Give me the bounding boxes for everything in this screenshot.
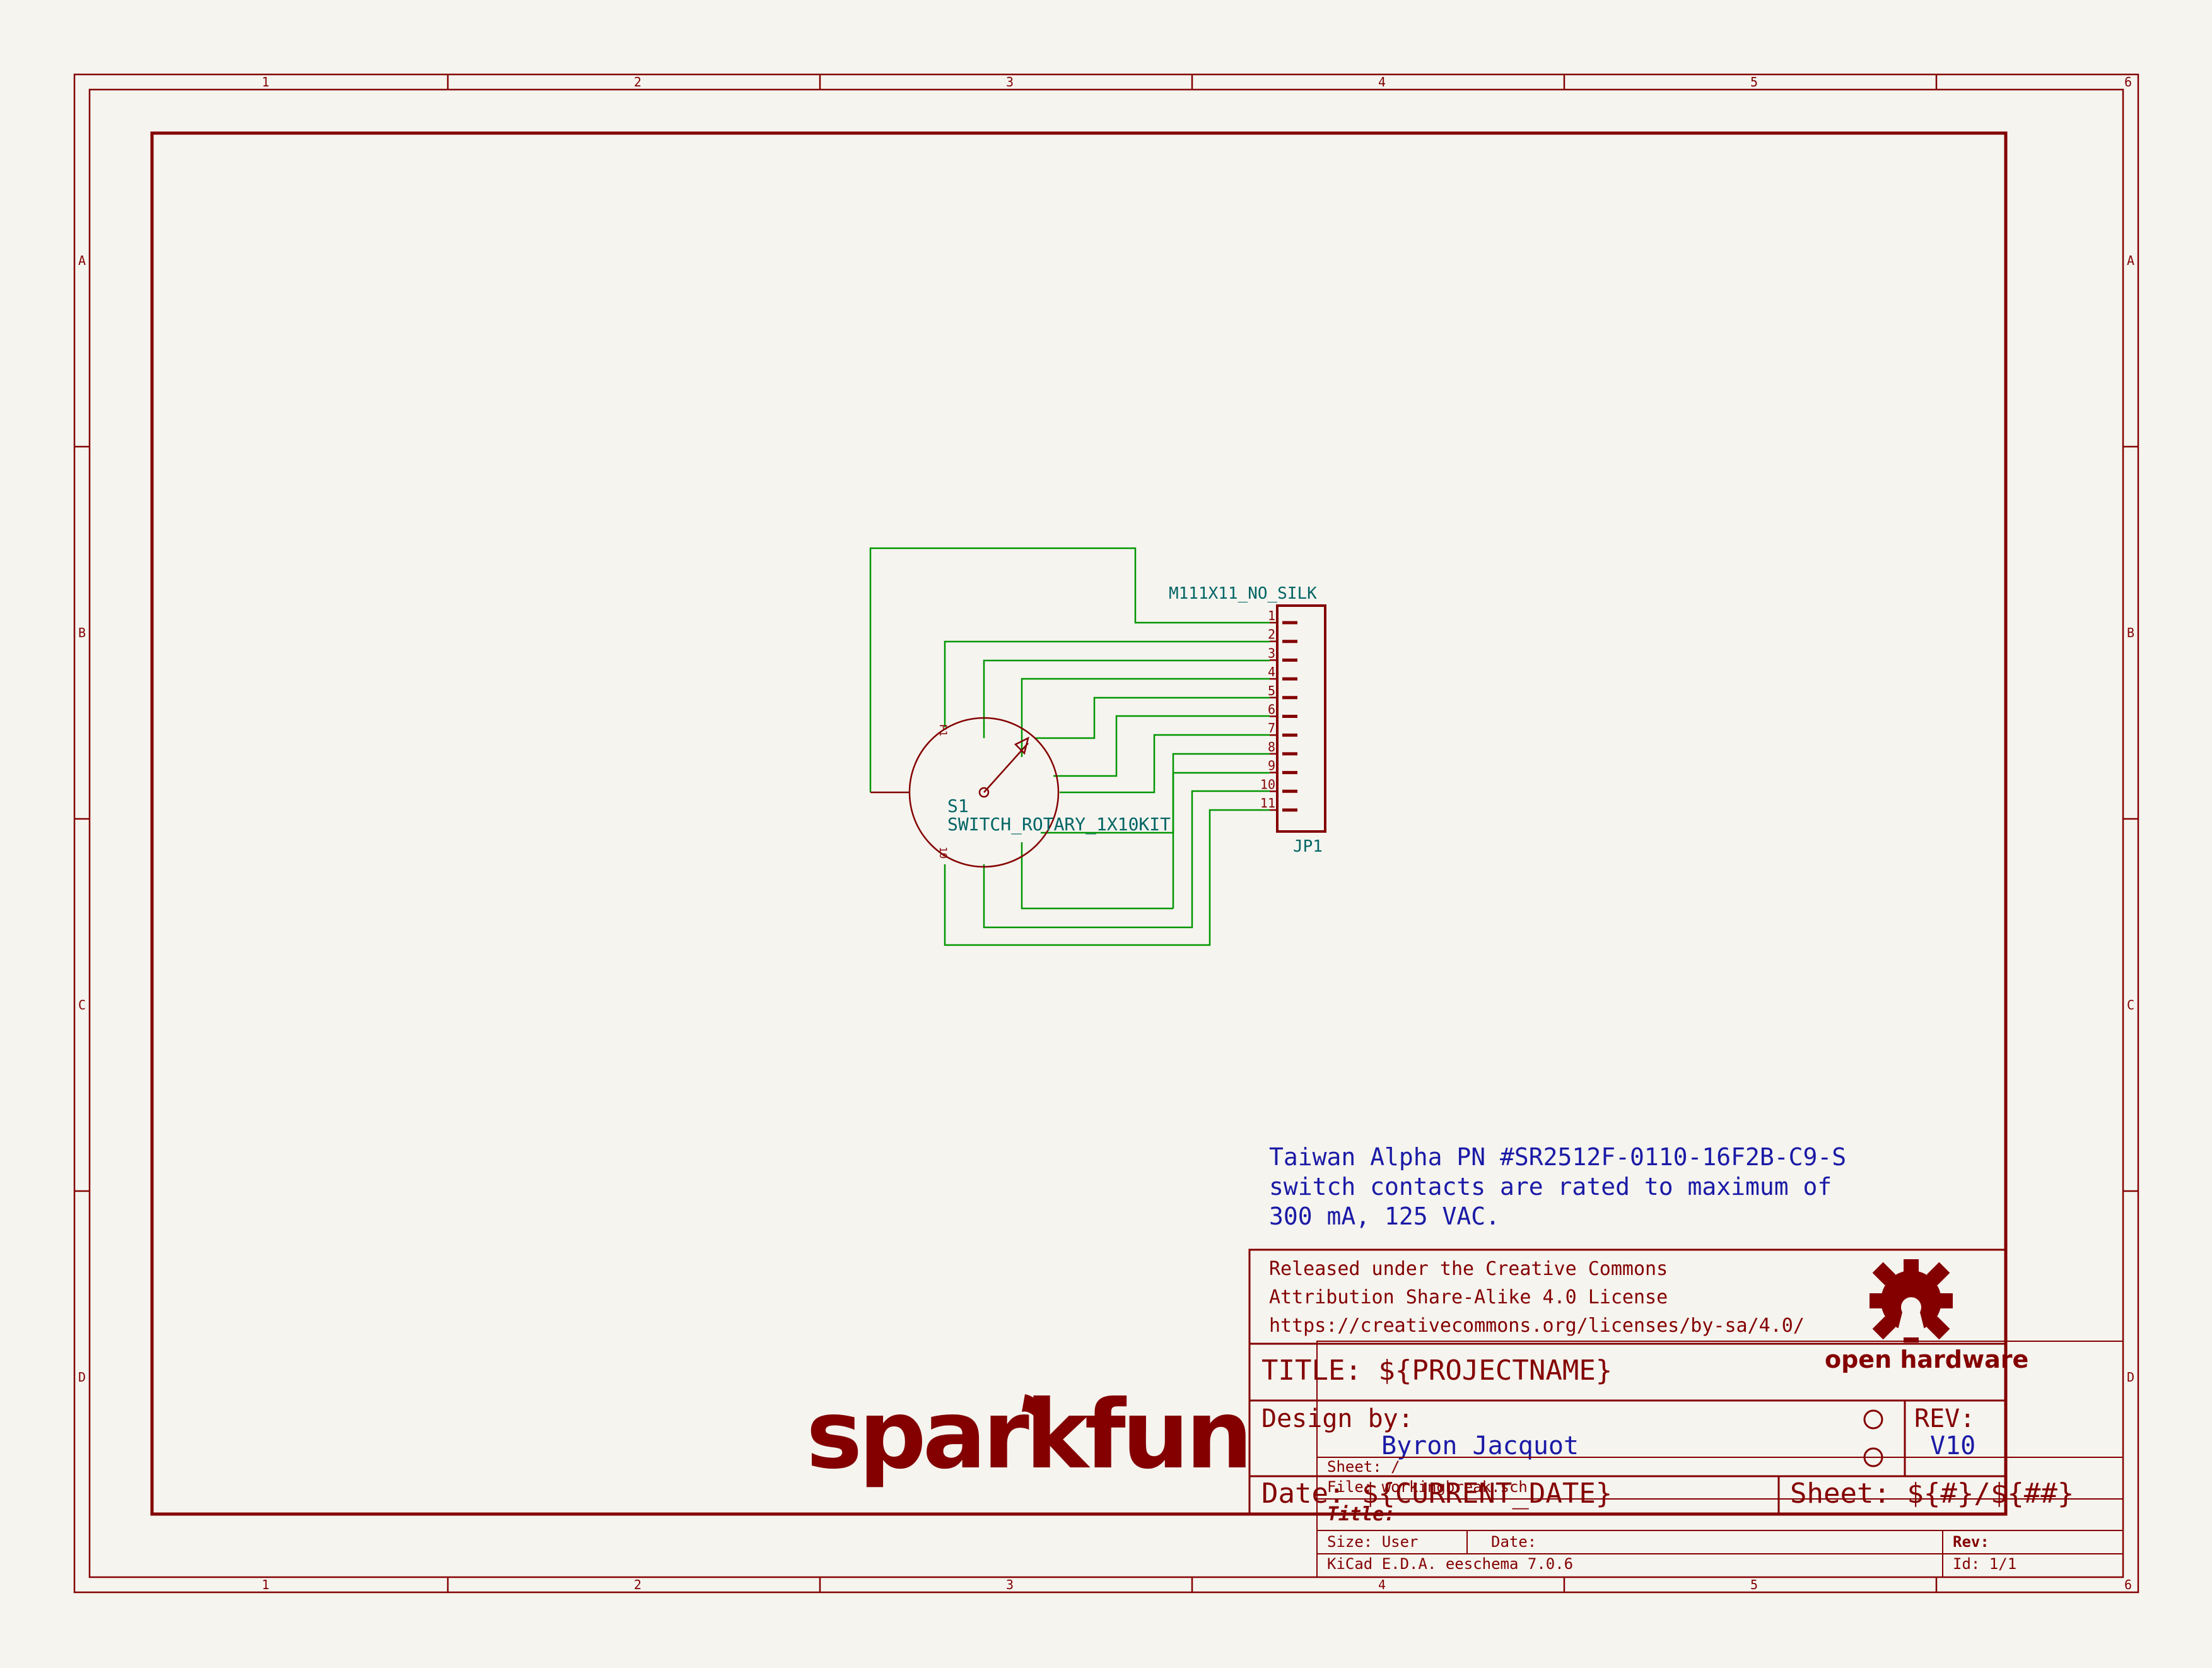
connector-pin-number: 7 [1268, 720, 1275, 736]
connector-pin-number: 6 [1268, 702, 1275, 717]
rev-label: REV: [1914, 1404, 1975, 1433]
col-label-top-6: 6 [2124, 74, 2132, 90]
wire-pin10 [983, 790, 1270, 929]
wire-pin6 [1053, 715, 1270, 777]
row-label-left-B: B [78, 625, 86, 640]
rotary-switch-symbol [870, 717, 1060, 868]
connector-ref: JP1 [1293, 837, 1323, 856]
kicad-date: Date: [1491, 1533, 1536, 1551]
connector-pin-number: 5 [1268, 683, 1275, 698]
note-line-2: switch contacts are rated to maximum of [1269, 1173, 1832, 1201]
wire-pin9b [1172, 772, 1270, 908]
wire-pin3 [983, 659, 1270, 738]
row-label-left-A: A [78, 253, 86, 268]
row-label-left-D: D [78, 1370, 86, 1385]
switch-value: SWITCH_ROTARY_1X10KIT [947, 814, 1171, 835]
col-label-bottom-4: 4 [1378, 1577, 1386, 1592]
wire-pin4 [1021, 678, 1270, 757]
switch-pin-label-p1: P1 [937, 724, 949, 736]
col-label-bottom-3: 3 [1006, 1577, 1014, 1592]
col-label-bottom-2: 2 [634, 1577, 641, 1592]
kicad-rev: Rev: [1953, 1533, 1989, 1551]
kicad-size: Size: User [1327, 1533, 1419, 1551]
row-label-right-D: D [2127, 1370, 2134, 1385]
row-label-right-B: B [2127, 625, 2134, 640]
kicad-title: Title: [1327, 1503, 1395, 1525]
connector-pin-number: 1 [1268, 608, 1275, 623]
col-label-bottom-6: 6 [2124, 1577, 2132, 1592]
note-line-3: 300 mA, 125 VAC. [1269, 1202, 1500, 1230]
wires [869, 547, 1270, 946]
col-label-top-3: 3 [1006, 74, 1014, 90]
connector-value: M111X11_NO_SILK [1169, 584, 1317, 603]
col-label-top-4: 4 [1378, 74, 1386, 90]
schematic-sheet: 1 2 3 4 5 6 1 2 3 4 5 6 A B C D A B C D [73, 73, 2139, 1594]
sheet-field: Sheet: ${#}/${##} [1790, 1477, 2074, 1510]
kicad-tool: KiCad E.D.A. eeschema 7.0.6 [1327, 1555, 1573, 1573]
connector-pin-number: 11 [1260, 796, 1275, 811]
row-label-right-A: A [2127, 253, 2134, 268]
row-label-left-C: C [78, 997, 86, 1013]
col-label-top-1: 1 [262, 74, 269, 90]
connector-pins: 1 2 3 4 5 6 7 8 9 10 11 [1260, 608, 1297, 812]
kicad-id: Id: 1/1 [1953, 1555, 2016, 1573]
col-label-top-5: 5 [1750, 74, 1758, 90]
kicad-file: File: workingbreak.sch [1327, 1478, 1528, 1496]
connector-pin-number: 9 [1268, 758, 1275, 773]
connector-pin-number: 10 [1260, 777, 1275, 792]
wire-pin2 [944, 640, 1270, 727]
oshw-logo-text: open hardware [1825, 1346, 2028, 1373]
connector-pin-number: 4 [1268, 664, 1275, 679]
design-by-label: Design by: [1261, 1404, 1413, 1433]
designer-name: Byron Jacquot [1381, 1431, 1579, 1460]
kicad-sheet: Sheet: / [1327, 1458, 1400, 1476]
wire-pin9 [1021, 842, 1173, 910]
note-line-1: Taiwan Alpha PN #SR2512F-0110-16F2B-C9-S [1269, 1143, 1846, 1171]
title-field: TITLE: ${PROJECTNAME} [1261, 1354, 1612, 1387]
license-line-2: Attribution Share-Alike 4.0 License [1269, 1286, 1668, 1308]
connector-pin-number: 3 [1268, 645, 1275, 661]
col-label-bottom-5: 5 [1750, 1577, 1758, 1592]
wire-pin5 [1034, 696, 1270, 739]
fiducial-mark-1 [1863, 1409, 1883, 1430]
connector-pin-number: 2 [1268, 627, 1275, 642]
license-line-3: https://creativecommons.org/licenses/by-… [1269, 1315, 1805, 1337]
connector-pin-number: 8 [1268, 739, 1275, 755]
license-line-1: Released under the Creative Commons [1269, 1258, 1668, 1280]
col-label-bottom-1: 1 [262, 1577, 269, 1592]
wire-pin7 [1060, 734, 1270, 794]
rev-value: V10 [1930, 1431, 1975, 1460]
col-label-top-2: 2 [634, 74, 641, 90]
open-hardware-gear-icon [1870, 1259, 1953, 1342]
row-label-right-C: C [2127, 997, 2134, 1013]
connector-symbol [1276, 604, 1326, 833]
switch-pin-label-10: 10 [937, 847, 949, 859]
